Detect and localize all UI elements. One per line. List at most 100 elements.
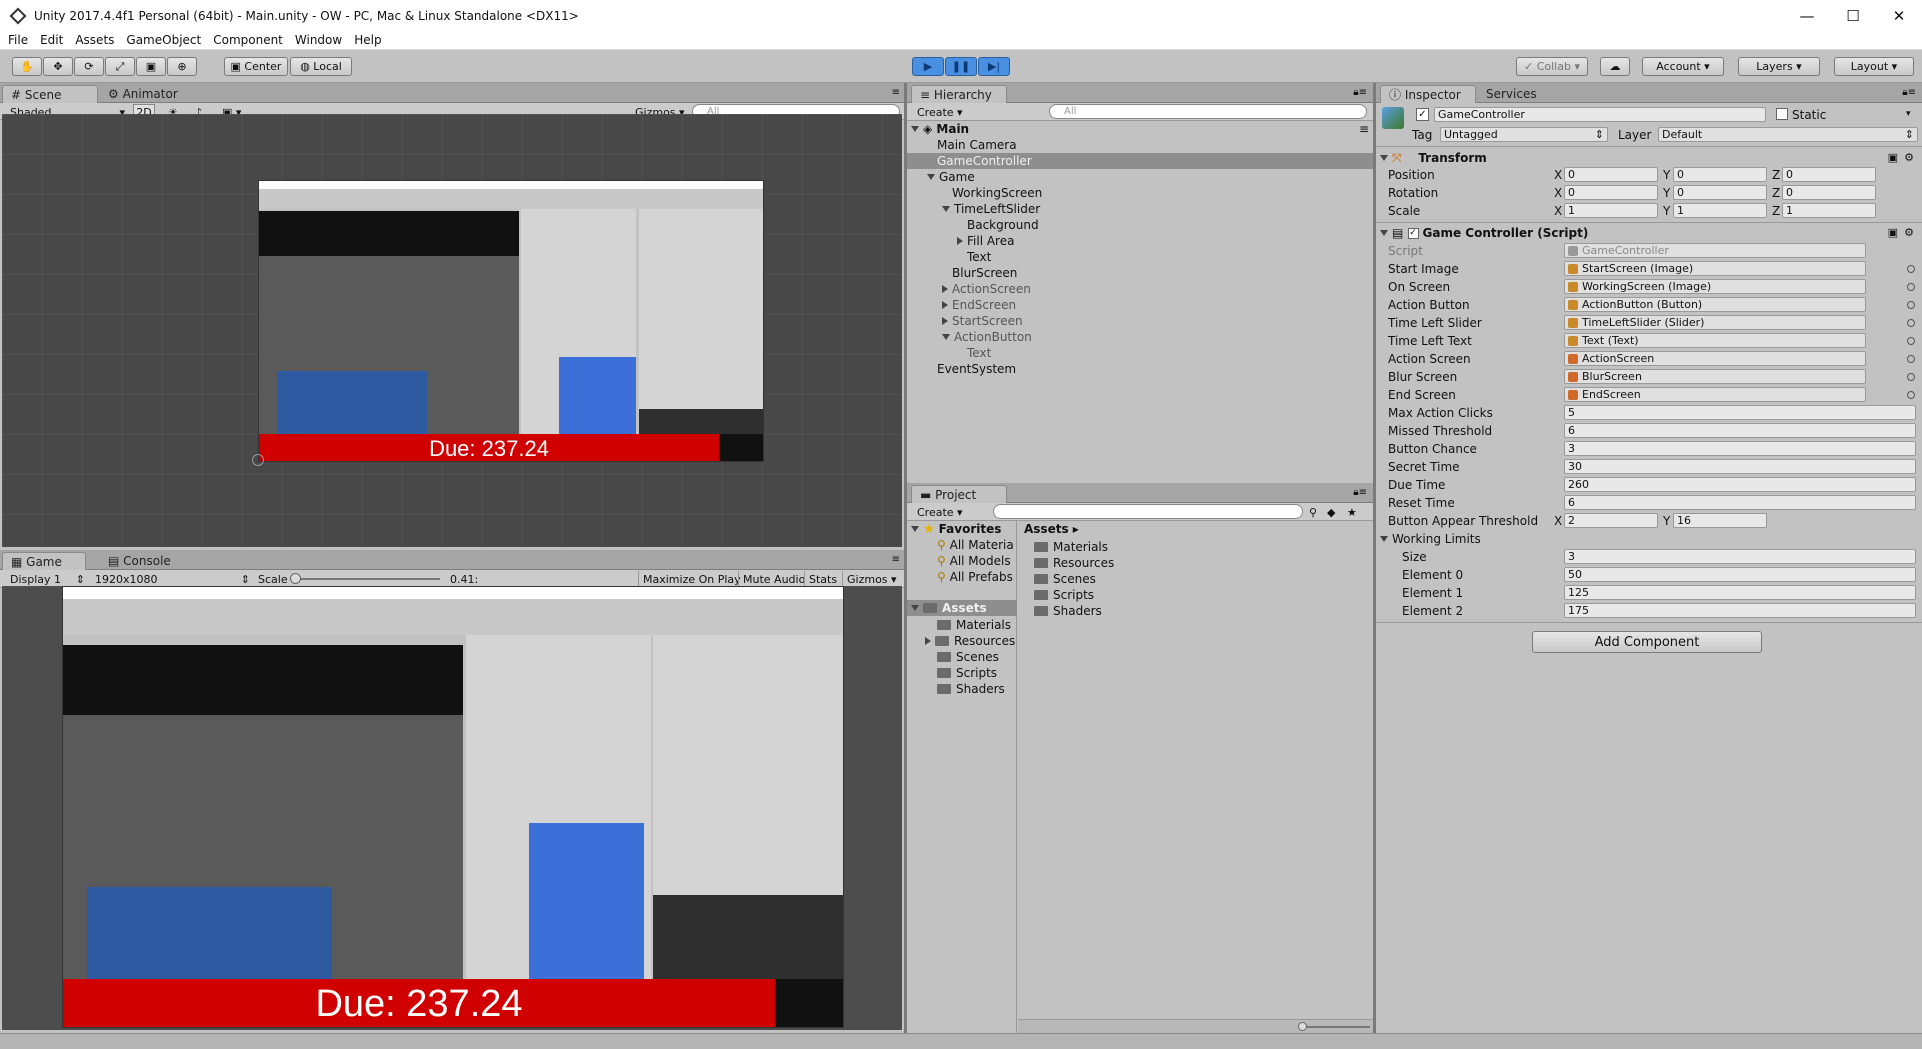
favorite-star-icon[interactable]: ★: [1347, 504, 1357, 520]
value-field[interactable]: 260: [1564, 477, 1916, 492]
rotation-z-field[interactable]: 0: [1782, 185, 1876, 200]
hierarchy-item[interactable]: BlurScreen: [952, 265, 1017, 281]
object-picker-icon[interactable]: [1907, 355, 1915, 363]
layout-dropdown[interactable]: Layout ▾: [1834, 57, 1914, 76]
gear-icon[interactable]: ⚙: [1904, 151, 1914, 164]
menu-component[interactable]: Component: [213, 33, 283, 47]
asset-folder[interactable]: Materials: [937, 617, 1011, 633]
step-button[interactable]: ▶|: [978, 57, 1010, 76]
hierarchy-item[interactable]: EventSystem: [937, 361, 1016, 377]
help-icon[interactable]: ▣: [1888, 226, 1898, 239]
object-name-input[interactable]: GameController: [1434, 107, 1766, 122]
scene-view[interactable]: Due: 237.24: [2, 114, 902, 547]
favorite-item[interactable]: ⚲ All Models: [937, 553, 1011, 569]
account-dropdown[interactable]: Account ▾: [1642, 57, 1724, 76]
element-field[interactable]: 50: [1564, 567, 1916, 582]
close-button[interactable]: ✕: [1876, 0, 1922, 31]
tab-services[interactable]: Services: [1478, 85, 1558, 103]
static-checkbox[interactable]: [1776, 108, 1788, 120]
collab-button[interactable]: ✓ Collab ▾: [1516, 57, 1588, 76]
mute-audio-toggle[interactable]: Mute Audio: [738, 571, 809, 587]
filter-type-icon[interactable]: ⚲: [1309, 504, 1317, 520]
project-search-input[interactable]: [993, 504, 1303, 519]
maximize-button[interactable]: ☐: [1830, 0, 1876, 31]
hierarchy-item[interactable]: Text: [967, 249, 991, 265]
object-picker-icon[interactable]: [1907, 319, 1915, 327]
layer-dropdown[interactable]: Default ⇕: [1658, 127, 1918, 142]
pivot-space-button[interactable]: ◍ Local: [290, 57, 352, 76]
rect-tool-icon[interactable]: ▣: [136, 57, 166, 76]
asset-item[interactable]: Scenes: [1034, 571, 1096, 587]
asset-item[interactable]: Resources: [1034, 555, 1114, 571]
asset-folder[interactable]: Resources: [925, 633, 1015, 649]
size-field[interactable]: 3: [1564, 549, 1916, 564]
menu-window[interactable]: Window: [295, 33, 342, 47]
pause-button[interactable]: ❚❚: [945, 57, 977, 76]
object-picker-icon[interactable]: [1907, 301, 1915, 309]
tab-scene[interactable]: # Scene: [2, 85, 98, 103]
object-picker-icon[interactable]: [1907, 265, 1915, 273]
help-icon[interactable]: ▣: [1888, 151, 1898, 164]
value-field[interactable]: 6: [1564, 495, 1916, 510]
position-z-field[interactable]: 0: [1782, 167, 1876, 182]
game-view[interactable]: Due: 237.24: [2, 586, 902, 1030]
transform-header[interactable]: ⤧ Transform: [1380, 150, 1487, 166]
scale-slider-handle[interactable]: [290, 573, 301, 584]
game-panel-menu-icon[interactable]: ≡: [892, 554, 900, 565]
value-field[interactable]: 30: [1564, 459, 1916, 474]
hierarchy-item[interactable]: TimeLeftSlider: [942, 201, 1040, 217]
minimize-button[interactable]: —: [1784, 0, 1830, 31]
hierarchy-item[interactable]: ActionButton: [942, 329, 1032, 345]
menu-help[interactable]: Help: [354, 33, 381, 47]
tab-inspector[interactable]: ⓘ Inspector: [1380, 85, 1476, 103]
ref-field[interactable]: BlurScreen: [1564, 369, 1866, 384]
stats-toggle[interactable]: Stats: [804, 571, 841, 587]
element-field[interactable]: 175: [1564, 603, 1916, 618]
scale-x-field[interactable]: 1: [1564, 203, 1658, 218]
hierarchy-item[interactable]: Fill Area: [957, 233, 1014, 249]
favorites-row[interactable]: ★ Favorites: [911, 521, 1001, 537]
element-field[interactable]: 125: [1564, 585, 1916, 600]
object-picker-icon[interactable]: [1907, 337, 1915, 345]
asset-item[interactable]: Scripts: [1034, 587, 1094, 603]
hierarchy-item[interactable]: EndScreen: [942, 297, 1016, 313]
menu-edit[interactable]: Edit: [40, 33, 63, 47]
panel-menu-icon[interactable]: ≡: [892, 87, 900, 98]
rotation-x-field[interactable]: 0: [1564, 185, 1658, 200]
ref-field[interactable]: TimeLeftSlider (Slider): [1564, 315, 1866, 330]
component-enabled-checkbox[interactable]: ✓: [1407, 227, 1419, 239]
hand-tool-icon[interactable]: ✋: [12, 57, 42, 76]
tab-project[interactable]: ▬ Project: [911, 485, 1007, 503]
value-field[interactable]: 5: [1564, 405, 1916, 420]
scene-menu-icon[interactable]: ≡: [1359, 122, 1369, 136]
asset-folder[interactable]: Scenes: [937, 649, 999, 665]
hierarchy-lock-icon[interactable]: 🔒︎≡: [1353, 87, 1367, 98]
icon-size-slider-handle[interactable]: [1298, 1022, 1307, 1031]
position-x-field[interactable]: 0: [1564, 167, 1658, 182]
project-lock-icon[interactable]: 🔒︎≡: [1353, 487, 1367, 498]
transform-tool-icon[interactable]: ⊕: [167, 57, 197, 76]
maximize-on-play-toggle[interactable]: Maximize On Play: [638, 571, 745, 587]
hierarchy-item[interactable]: Text: [967, 345, 991, 361]
scale-tool-icon[interactable]: ⤢: [105, 57, 135, 76]
appear-x-field[interactable]: 2: [1564, 513, 1658, 528]
inspector-lock-icon[interactable]: 🔒︎≡: [1902, 87, 1916, 98]
ref-field[interactable]: WorkingScreen (Image): [1564, 279, 1866, 294]
ref-field[interactable]: Text (Text): [1564, 333, 1866, 348]
project-create-button[interactable]: Create ▾: [917, 504, 963, 520]
move-tool-icon[interactable]: ✥: [43, 57, 73, 76]
hierarchy-item-selected[interactable]: GameController: [907, 153, 1373, 169]
hierarchy-create-button[interactable]: Create ▾: [917, 104, 963, 120]
favorite-item[interactable]: ⚲ All Prefabs: [937, 569, 1013, 585]
display-dropdown[interactable]: Display 1 ⇕: [10, 571, 85, 587]
ref-field[interactable]: EndScreen: [1564, 387, 1866, 402]
appear-y-field[interactable]: 16: [1673, 513, 1767, 528]
hierarchy-item[interactable]: WorkingScreen: [952, 185, 1042, 201]
scale-z-field[interactable]: 1: [1782, 203, 1876, 218]
rotation-y-field[interactable]: 0: [1673, 185, 1767, 200]
asset-folder[interactable]: Shaders: [937, 681, 1005, 697]
cloud-button[interactable]: ☁: [1600, 57, 1630, 76]
menu-file[interactable]: File: [8, 33, 28, 47]
filter-label-icon[interactable]: ◆: [1327, 504, 1335, 520]
hierarchy-item[interactable]: Game: [927, 169, 975, 185]
